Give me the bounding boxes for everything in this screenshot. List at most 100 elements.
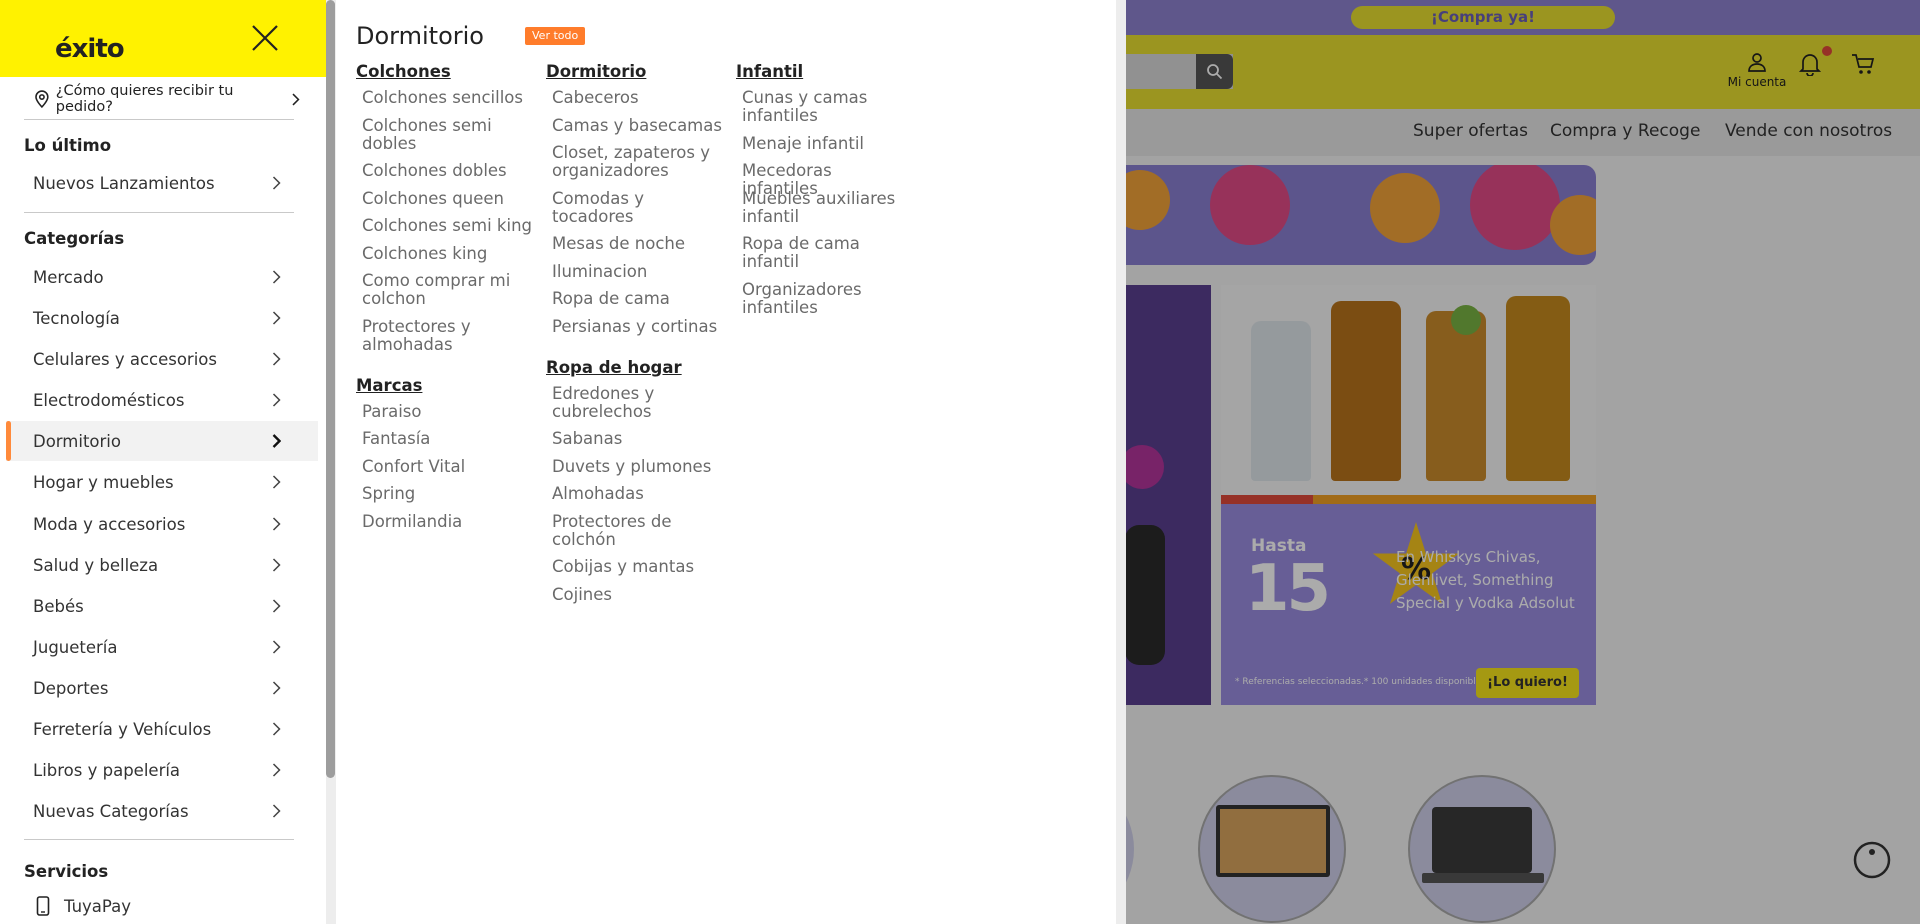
mega-menu-heading[interactable]: Colchones — [356, 62, 451, 81]
chevron-right-icon — [272, 517, 281, 531]
chevron-right-icon — [272, 311, 281, 325]
sidebar-item-label: Electrodomésticos — [33, 390, 185, 410]
sidebar-item-category[interactable]: Hogar y muebles — [0, 462, 318, 502]
sidebar-item-label: Moda y accesorios — [33, 514, 186, 534]
mega-menu-link[interactable]: Colchones semi king — [362, 217, 532, 235]
sidebar-item-nuevos-lanzamientos[interactable]: Nuevos Lanzamientos — [0, 163, 318, 203]
sidebar-item-label: Nuevos Lanzamientos — [33, 173, 215, 193]
sidebar-item-category[interactable]: Dormitorio — [6, 421, 318, 461]
sidebar-item-label: Juguetería — [33, 637, 118, 657]
mega-menu-link[interactable]: Muebles auxiliares infantil — [742, 189, 912, 226]
mega-menu-link[interactable]: Confort Vital — [362, 457, 532, 476]
mega-menu-link[interactable]: Spring — [362, 485, 532, 503]
sidebar-item-label: Ferretería y Vehículos — [33, 719, 212, 739]
chevron-right-icon — [272, 640, 281, 654]
sidebar-item-category[interactable]: Ferretería y Vehículos — [0, 709, 318, 749]
divider — [24, 212, 294, 213]
chevron-right-icon — [272, 804, 281, 818]
mega-menu-link[interactable]: Edredones y cubrelechos — [552, 384, 727, 421]
section-title-services: Servicios — [24, 862, 109, 881]
divider — [24, 839, 294, 840]
mega-menu-link[interactable]: Iluminacion — [552, 262, 727, 281]
sidebar-item-category[interactable]: Mercado — [0, 257, 318, 297]
mega-menu-link[interactable]: Paraiso — [362, 402, 532, 421]
sidebar-item-label: Dormitorio — [33, 431, 121, 451]
mega-menu-link[interactable]: Persianas y cortinas — [552, 317, 727, 336]
divider — [24, 119, 294, 120]
sidebar-item-label: Libros y papelería — [33, 760, 181, 780]
chevron-right-icon — [272, 763, 281, 777]
exito-logo[interactable]: éxito — [24, 10, 125, 68]
mega-menu-link[interactable]: Ropa de cama infantil — [742, 235, 912, 271]
mega-menu-heading[interactable]: Infantil — [736, 62, 803, 81]
sidebar-item-category[interactable]: Deportes — [0, 668, 318, 708]
mega-menu-link[interactable]: Camas y basecamas — [552, 116, 727, 135]
mega-menu-link[interactable]: Cojines — [552, 585, 727, 604]
mega-menu-heading[interactable]: Dormitorio — [546, 62, 646, 81]
modal-overlay[interactable] — [1126, 0, 1920, 924]
mega-menu-link[interactable]: Organizadores infantiles — [742, 280, 912, 317]
sidebar-item-category[interactable]: Bebés — [0, 586, 318, 626]
see-all-button[interactable]: Ver todo — [525, 27, 586, 45]
mega-menu-link[interactable]: Cobijas y mantas — [552, 558, 727, 576]
service-label: TuyaPay — [64, 896, 131, 916]
service-item-tuyapay[interactable]: TuyaPay — [36, 896, 131, 916]
mega-menu-link[interactable]: Colchones dobles — [362, 162, 532, 180]
delivery-selector[interactable]: ¿Cómo quieres recibir tu pedido? — [34, 83, 300, 115]
mega-menu-heading[interactable]: Ropa de hogar — [546, 358, 682, 377]
mega-menu-link[interactable]: Menaje infantil — [742, 134, 912, 153]
sidebar-item-label: Mercado — [33, 267, 104, 287]
sidebar-item-category[interactable]: Celulares y accesorios — [0, 339, 318, 379]
chevron-right-icon — [272, 558, 281, 572]
delivery-prompt: ¿Cómo quieres recibir tu pedido? — [55, 83, 234, 115]
mega-menu-link[interactable]: Ropa de cama — [552, 290, 727, 308]
mega-menu-link[interactable]: Protectores de colchón — [552, 512, 727, 549]
mega-menu-link[interactable]: Protectores y almohadas — [362, 317, 532, 354]
sidebar-item-category[interactable]: Juguetería — [0, 627, 318, 667]
mega-menu-link[interactable]: Dormilandia — [362, 512, 532, 531]
mega-menu-link[interactable]: Colchones king — [362, 244, 532, 263]
sidebar-scrollbar-thumb[interactable] — [326, 0, 335, 778]
mega-menu-link[interactable]: Cabeceros — [552, 89, 727, 107]
mega-menu-link[interactable]: Fantasía — [362, 430, 532, 448]
mega-menu-link[interactable]: Colchones sencillos — [362, 89, 532, 107]
mega-menu-link[interactable]: Colchones semi dobles — [362, 116, 532, 153]
chevron-right-icon — [272, 599, 281, 613]
mega-menu-panel: Dormitorio Ver todo Colchones Colchones s… — [336, 0, 1116, 924]
mega-menu-link[interactable]: Almohadas — [552, 485, 727, 503]
sidebar-item-category[interactable]: Libros y papelería — [0, 750, 318, 790]
mega-menu-link[interactable]: Duvets y plumones — [552, 457, 727, 476]
sidebar-item-label: Celulares y accesorios — [33, 349, 217, 369]
logo-text: éxito — [55, 34, 125, 64]
category-sidebar: éxito ¿Cómo quieres recibir tu pedido? L… — [0, 0, 326, 924]
sidebar-item-label: Salud y belleza — [33, 555, 159, 575]
sidebar-item-category[interactable]: Nuevas Categorías — [0, 791, 318, 831]
active-indicator — [6, 421, 11, 461]
chevron-right-icon — [272, 475, 281, 489]
chevron-right-icon — [272, 270, 281, 284]
chevron-right-icon — [272, 434, 281, 448]
chevron-right-icon — [272, 352, 281, 366]
mega-menu-heading[interactable]: Marcas — [356, 376, 422, 395]
mega-menu-link[interactable]: Comodas y tocadores — [552, 189, 727, 226]
mega-menu-link[interactable]: Cunas y camas infantiles — [742, 89, 912, 125]
mega-menu-link[interactable]: Como comprar mi colchon — [362, 272, 532, 308]
sidebar-header: éxito — [0, 0, 326, 77]
mega-menu-scrollbar-track[interactable] — [1116, 0, 1126, 924]
chevron-right-icon — [272, 393, 281, 407]
sidebar-item-category[interactable]: Salud y belleza — [0, 545, 318, 585]
mega-menu-link[interactable]: Sabanas — [552, 430, 727, 448]
sidebar-item-category[interactable]: Tecnología — [0, 298, 318, 338]
sidebar-item-category[interactable]: Moda y accesorios — [0, 504, 318, 544]
mega-menu-link[interactable]: Mesas de noche — [552, 235, 727, 253]
sidebar-item-label: Deportes — [33, 678, 109, 698]
mega-menu-link[interactable]: Closet, zapateros y organizadores — [552, 144, 727, 180]
mega-menu-link[interactable]: Colchones queen — [362, 189, 532, 208]
chevron-right-icon — [272, 681, 281, 695]
close-icon[interactable] — [250, 23, 280, 53]
mega-menu-title: Dormitorio — [356, 22, 484, 50]
chevron-right-icon — [272, 722, 281, 736]
location-pin-icon — [35, 90, 49, 108]
sidebar-item-label: Hogar y muebles — [33, 472, 174, 492]
sidebar-item-category[interactable]: Electrodomésticos — [0, 380, 318, 420]
